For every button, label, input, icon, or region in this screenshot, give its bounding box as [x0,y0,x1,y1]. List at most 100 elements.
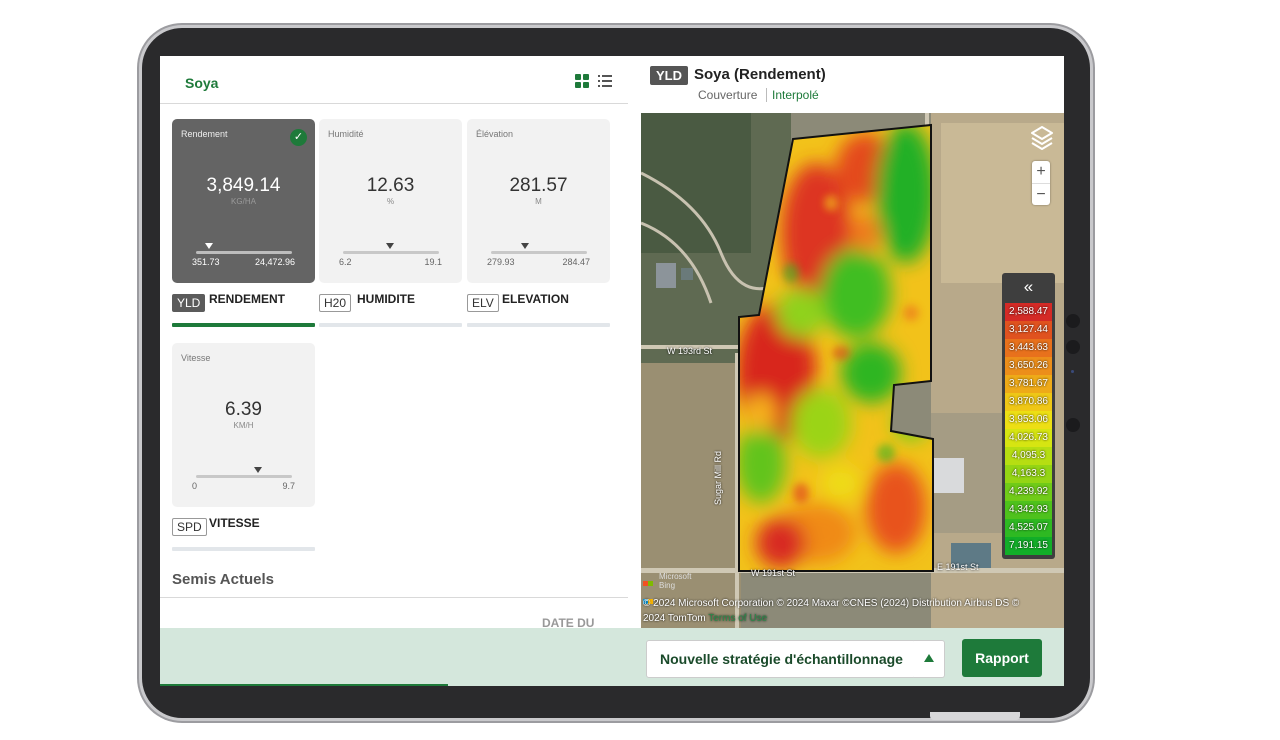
attribution-text: © 2024 Microsoft Corporation © 2024 Maxa… [643,598,1020,609]
tablet-stand [930,712,1020,720]
layer-code-h20: H20 [319,294,352,312]
zoom-control: + − [1032,161,1050,205]
tab-interpolated[interactable]: Interpolé [772,88,819,102]
layer-name: HUMIDITE [357,292,415,306]
legend-panel: « 2,588.47 3,127.44 3,443.63 3,650.26 3,781.… [1002,273,1055,559]
map-attribution: © 2024 Microsoft Corporation © 2024 Maxa… [643,596,1063,626]
legend-item: 3,781.67 [1005,375,1052,393]
card-unit: KG/HA [231,197,256,206]
chevron-up-icon [924,654,934,662]
range-min: 6.2 [339,257,352,267]
card-humidite[interactable]: Humidité 12.63 % 6.2 19.1 [319,119,462,283]
card-label: Élévation [476,129,514,139]
tab-separator [766,88,767,102]
legend-item: 3,650.26 [1005,357,1052,375]
card-value: 12.63 [366,175,415,196]
road-label: Sugar Mill Rd [713,450,724,506]
camera-dot [1066,314,1080,328]
tab-indicator [319,323,462,327]
map-title: Soya (Rendement) [694,66,826,83]
layer-code-elv: ELV [467,294,499,312]
zoom-in-button[interactable]: + [1032,161,1050,183]
card-value: 6.39 [225,399,262,420]
card-value: 3,849.14 [206,175,281,196]
legend-item: 4,342.93 [1005,501,1052,519]
list-view-icon[interactable] [598,75,612,87]
camera-dot [1066,340,1080,354]
legend-item: 4,026.73 [1005,429,1052,447]
camera-dot [1066,418,1080,432]
legend-item: 3,443.63 [1005,339,1052,357]
tab-coverage[interactable]: Couverture [698,88,757,102]
range-min: 0 [192,481,198,491]
range-max: 9.7 [282,481,295,491]
grid-view-icon[interactable] [575,74,589,88]
card-elevation[interactable]: Élévation 281.57 M 279.93 284.47 [467,119,610,283]
layer-name: RENDEMENT [209,292,286,306]
tab-indicator-active [172,323,315,327]
app-screen: Soya Rendement ✓ 3,849.14 KG/HA 351.73 2… [160,56,1064,686]
range-marker [205,243,213,249]
card-label: Humidité [328,129,364,139]
layer-code-spd: SPD [172,518,207,536]
range-max: 24,472.96 [254,257,295,267]
legend-item: 4,525.07 [1005,519,1052,537]
attribution-text: 2024 TomTom [643,613,706,624]
zoom-out-button[interactable]: − [1032,183,1050,206]
card-label: Rendement [181,129,228,139]
legend-item: 4,239.92 [1005,483,1052,501]
card-vitesse[interactable]: Vitesse 6.39 KM/H 0 9.7 [172,343,315,507]
layer-name: VITESSE [209,516,260,530]
layers-icon[interactable] [1030,125,1054,151]
range-min: 279.93 [487,257,515,267]
card-label: Vitesse [181,353,211,363]
check-icon: ✓ [290,129,307,146]
terms-link[interactable]: Terms of Use [708,613,767,624]
range-max: 284.47 [562,257,590,267]
satellite-map [641,113,1064,628]
crop-title: Soya [185,75,219,91]
range-max: 19.1 [424,257,442,267]
yield-map[interactable]: + − « 2,588.47 3,127.44 3,443.63 3,650.26 3,… [641,113,1064,628]
sensor-dot [1071,370,1074,373]
card-unit: % [386,197,395,206]
range-track [343,251,439,254]
sampling-strategy-button[interactable]: Nouvelle stratégie d'échantillonnage [646,640,916,678]
bing-attribution: Microsoft Bing [659,572,692,590]
range-track [196,251,292,254]
range-marker [386,243,394,249]
tab-indicator [172,547,315,551]
road-label: W 191st St [751,568,796,578]
layer-code-yld: YLD [172,294,206,312]
report-button[interactable]: Rapport [962,639,1042,677]
legend-item: 4,163.3 [1005,465,1052,483]
legend-item: 7,191.15 [1005,537,1052,555]
collapse-legend-icon[interactable]: « [1002,277,1055,297]
legend-item: 3,870.86 [1005,393,1052,411]
layer-badge: YLD [650,66,688,85]
tab-indicator [467,323,610,327]
legend-item: 2,588.47 [1005,303,1052,321]
card-rendement[interactable]: Rendement ✓ 3,849.14 KG/HA 351.73 24,472… [172,119,315,283]
header-divider [160,103,628,104]
card-unit: M [535,197,542,206]
progress-line [160,684,448,686]
button-label: Nouvelle stratégie d'échantillonnage [660,651,903,667]
range-track [196,475,292,478]
legend-item: 3,127.44 [1005,321,1052,339]
section-divider [160,597,628,598]
range-track [491,251,587,254]
range-marker [254,467,262,473]
layers-panel: Soya Rendement ✓ 3,849.14 KG/HA 351.73 2… [160,56,628,630]
range-marker [521,243,529,249]
legend-item: 3,953.06 [1005,411,1052,429]
road-label: W 193rd St [667,346,713,356]
layer-name: ELEVATION [502,292,569,306]
section-title: Semis Actuels [172,571,274,588]
expand-menu-button[interactable] [914,640,945,678]
road-label: E 191st St [937,562,979,572]
card-value: 281.57 [509,175,568,196]
card-unit: KM/H [233,421,254,430]
legend-item: 4,095.3 [1005,447,1052,465]
range-min: 351.73 [192,257,220,267]
